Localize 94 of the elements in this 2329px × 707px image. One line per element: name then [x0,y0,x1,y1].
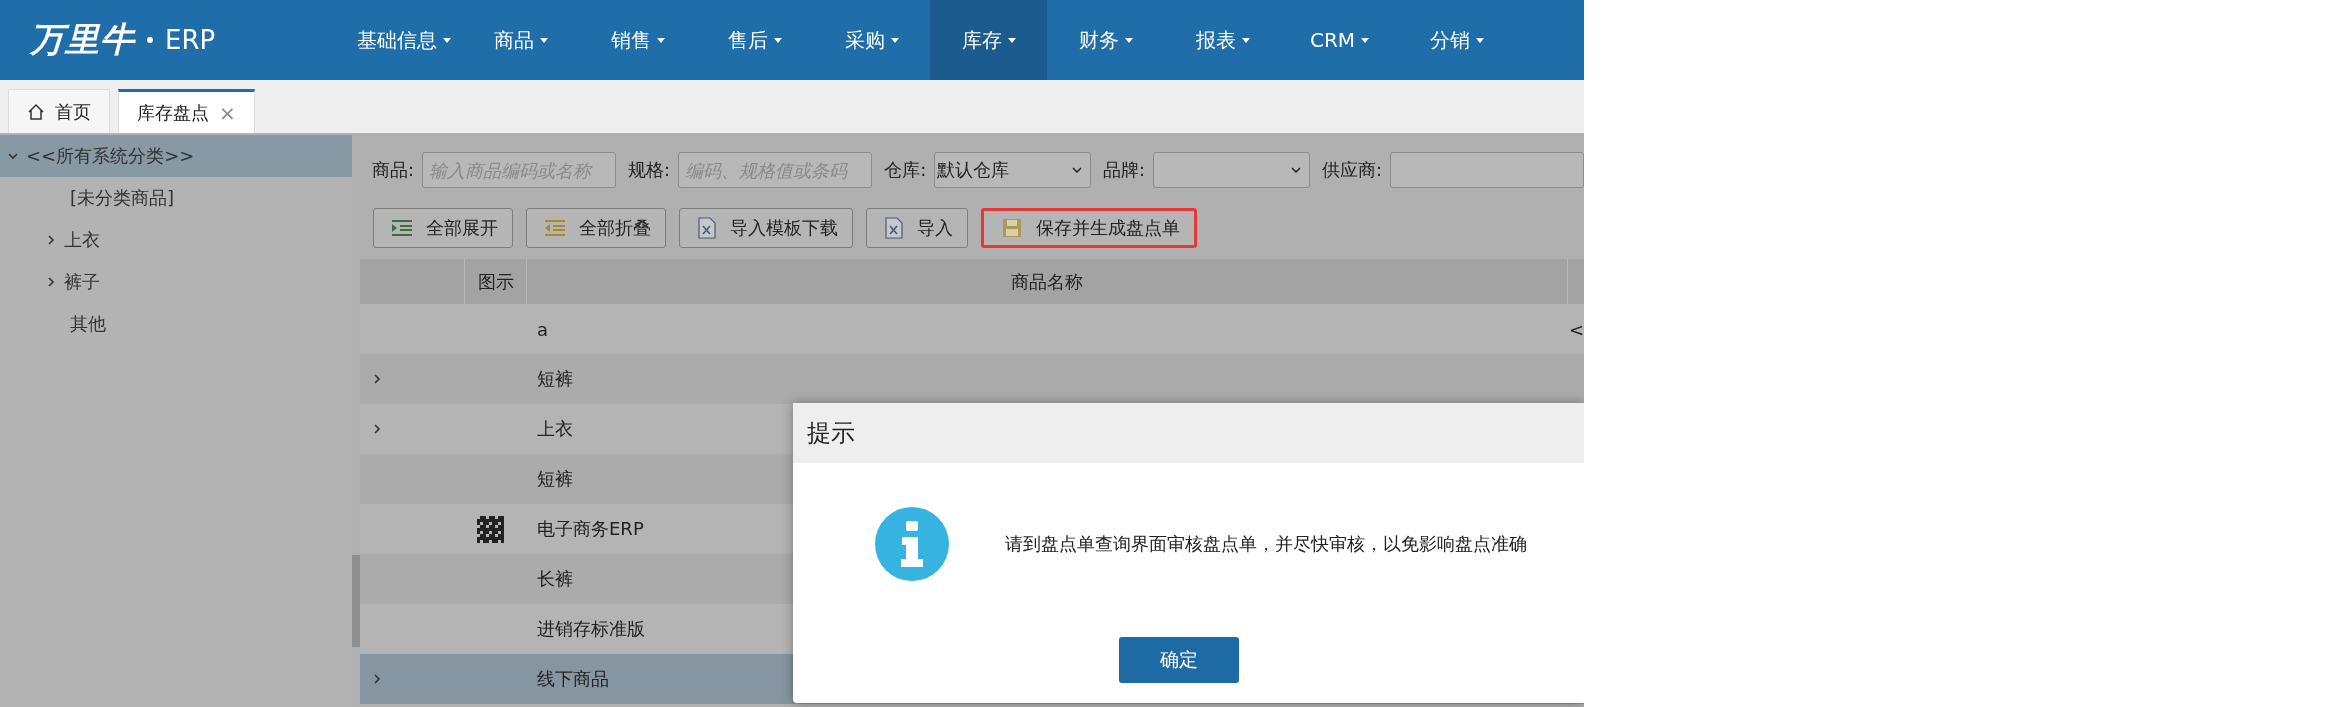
menu-item[interactable]: 售后 [696,0,813,80]
select-field[interactable]: 默认仓库 [934,152,1092,188]
separator-dot [147,37,153,43]
filter-label: 仓库: [884,158,927,182]
menu-label: 售后 [727,26,768,54]
menu-label: 基础信息 [356,26,437,54]
menu-label: 报表 [1195,26,1236,54]
tree-item-label: 裤子 [64,270,100,294]
table-cell: 线下商品 [537,668,609,689]
ok-button[interactable]: 确定 [1118,637,1239,683]
home-icon [27,102,45,121]
toolbar-button[interactable]: 全部折叠 [526,208,666,248]
info-icon [875,507,949,581]
menu-label: 财务 [1078,26,1119,54]
chevron-down-icon [1072,167,1083,173]
table-cell: 电子商务ERP [537,518,644,539]
chevron-right-icon[interactable] [372,674,382,684]
caret-icon [442,37,451,43]
menu-item[interactable]: 商品 [462,0,579,80]
chevron-down-icon [1290,167,1301,173]
indent-icon [392,220,412,236]
input-field[interactable] [1390,152,1584,188]
table-cell: 短裤 [537,368,573,389]
brand-name: 万里牛 [30,18,135,61]
page-tab[interactable]: 库存盘点 × [118,89,255,133]
menu-item[interactable]: 报表 [1164,0,1281,80]
tree-item[interactable]: 上衣 [0,219,352,261]
caret-icon [539,37,548,43]
chevron-right-icon[interactable] [372,374,382,384]
menu-item[interactable]: 库存 [930,0,1047,80]
caret-icon [890,37,899,43]
menu-item[interactable]: 分销 [1398,0,1515,80]
caret-icon [1361,37,1370,43]
table-cell: 长裤 [537,568,573,589]
menu-item[interactable]: 财务 [1047,0,1164,80]
table-cell: a [537,318,549,340]
menu-label: 销售 [610,26,651,54]
caret-icon [656,37,665,43]
filter-label: 供应商: [1321,158,1382,182]
menu-label: CRM [1309,28,1356,52]
chevron-right-icon[interactable] [46,277,56,287]
tab-label: 库存盘点 [137,100,209,125]
menu-label: 库存 [961,26,1002,54]
qr-code-icon [477,515,504,543]
filter-label: 品牌: [1103,158,1146,182]
column-header: 商品名称 [1011,269,1083,294]
toolbar-button[interactable]: 保存并生成盘点单 [981,208,1197,248]
tree-item[interactable]: 其他 [0,303,352,345]
select-field[interactable] [1153,152,1310,188]
filter-label: 商品: [372,158,415,182]
tree-item-label: <<所有系统分类>> [26,144,195,168]
toolbar-button[interactable]: 导入 [866,208,968,248]
dialog-title: 提示 [807,418,855,449]
chevron-right-icon[interactable] [46,235,56,245]
caret-icon [1241,37,1250,43]
dialog-message: 请到盘点单查询界面审核盘点单，并尽快审核，以免影响盘点准确 [1005,532,1527,556]
menu-item[interactable]: 销售 [579,0,696,80]
menu-label: 分销 [1429,26,1470,54]
table-cell: 上衣 [537,418,573,439]
scrollbar-thumb[interactable] [352,555,360,647]
save-icon [1002,218,1022,238]
tree-item-label: 其他 [70,312,106,336]
table-row[interactable]: 短裤 [360,354,1584,404]
table-row[interactable]: a < [360,304,1584,354]
menu-item[interactable]: CRM [1281,0,1398,80]
caret-icon [1124,37,1133,43]
table-cell: 进销存标准版 [537,618,645,639]
close-icon[interactable]: × [219,100,236,125]
tree-item[interactable]: [未分类商品] [0,177,352,219]
tree-item-label: 上衣 [64,228,100,252]
caret-icon [1007,37,1016,43]
tree-item-label: [未分类商品] [70,186,175,210]
filter-label: 规格: [628,158,671,182]
product-name: ERP [165,25,216,55]
tree-item[interactable]: <<所有系统分类>> [0,135,352,177]
caret-icon [773,37,782,43]
outdent-icon [545,220,565,236]
chevron-right-icon[interactable] [372,424,382,434]
toolbar-button[interactable]: 导入模板下载 [679,208,853,248]
tree-item[interactable]: 裤子 [0,261,352,303]
column-header: 图示 [477,269,514,294]
chevron-down-icon[interactable] [8,151,18,161]
caret-icon [1475,37,1484,43]
menu-label: 采购 [844,26,885,54]
menu-label: 商品 [493,26,534,54]
tab-label: 首页 [55,99,91,124]
table-cell: 短裤 [537,468,573,489]
menu-item[interactable]: 采购 [813,0,930,80]
toolbar-button[interactable]: 全部展开 [373,208,513,248]
menu-item[interactable]: 基础信息 [345,0,462,80]
spreadsheet-icon [885,217,903,239]
spreadsheet-icon [698,217,716,239]
table-cell: < [1569,318,1584,340]
page-tab[interactable]: 首页 [8,89,110,133]
